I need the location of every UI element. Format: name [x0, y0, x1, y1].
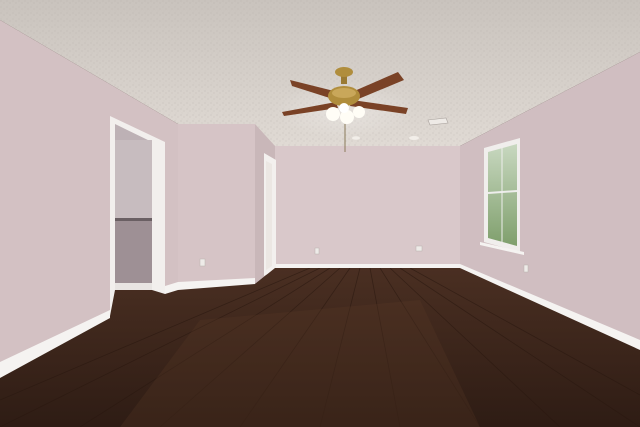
closet-doorway	[110, 116, 165, 316]
empty-room-photo	[0, 0, 640, 427]
hallway-doorway	[264, 153, 276, 276]
middle-wall-face	[178, 124, 255, 288]
window	[480, 138, 524, 255]
back-wall	[275, 146, 460, 268]
